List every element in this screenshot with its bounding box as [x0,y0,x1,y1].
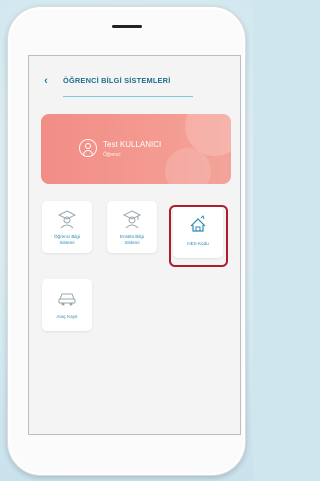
tile-label-line2: Sistemi [59,240,75,245]
graduate-icon [122,210,142,229]
tile-label-line2: Sistemi [124,240,140,245]
tile-enstitu-bilgi-sistemi[interactable]: Enstitü Bilgi Sistemi [107,201,157,253]
back-arrow-icon[interactable]: ‹ [39,74,53,88]
student-icon [57,210,77,229]
tile-label-line1: Araç Kayıt [56,314,78,319]
title-underline [63,96,193,97]
user-role: Öğrenci [103,152,121,158]
app-screen: ‹ ÖĞRENCİ BİLGİ SİSTEMLERİ Test KULLANIC… [28,55,241,435]
page-title: ÖĞRENCİ BİLGİ SİSTEMLERİ [63,76,171,85]
user-name: Test KULLANICI [103,140,162,149]
profile-card: Test KULLANICI Öğrenci [41,114,231,184]
tile-arac-kayit[interactable]: Araç Kayıt [42,279,92,331]
app-header: ‹ ÖĞRENCİ BİLGİ SİSTEMLERİ [29,56,240,106]
tile-ogrenci-bilgi-sistemi[interactable]: Öğrenci Bilgi Sistemi [42,201,92,253]
phone-frame: ‹ ÖĞRENCİ BİLGİ SİSTEMLERİ Test KULLANIC… [7,6,246,476]
highlight-box [169,205,228,267]
phone-speaker [112,25,142,28]
avatar-icon [79,139,97,157]
car-icon [58,293,76,306]
